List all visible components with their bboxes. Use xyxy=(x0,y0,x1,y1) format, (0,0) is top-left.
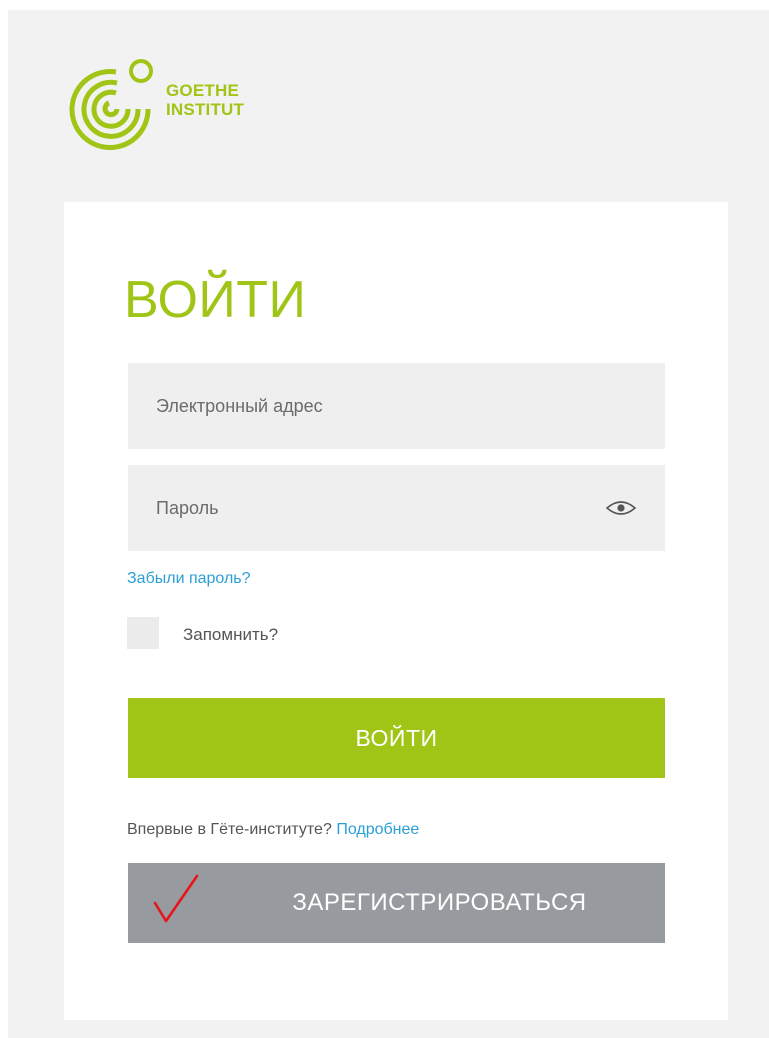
eye-icon[interactable] xyxy=(605,498,637,518)
signup-prompt-text: Впервые в Гёте-институте? xyxy=(127,821,332,838)
more-info-link[interactable]: Подробнее xyxy=(336,821,419,838)
password-field-container xyxy=(128,465,665,551)
red-checkmark-icon xyxy=(153,874,199,923)
remember-checkbox[interactable] xyxy=(127,617,159,649)
goethe-logo-icon xyxy=(69,59,153,151)
goethe-institut-logo[interactable]: GOETHE INSTITUT xyxy=(62,57,272,153)
register-button[interactable]: ЗАРЕГИСТРИРОВАТЬСЯ xyxy=(128,863,665,943)
email-field-container xyxy=(128,363,665,449)
login-button[interactable]: ВОЙТИ xyxy=(128,698,665,778)
forgot-password-link[interactable]: Забыли пароль? xyxy=(127,570,251,588)
remember-label: Запомнить? xyxy=(183,625,279,644)
logo-line-2: INSTITUT xyxy=(166,100,245,119)
logo-line-1: GOETHE xyxy=(166,81,239,100)
signup-prompt: Впервые в Гёте-институте? Подробнее xyxy=(127,821,419,839)
email-input[interactable] xyxy=(128,363,568,449)
password-input[interactable] xyxy=(128,465,568,551)
login-title: ВОЙТИ xyxy=(124,271,307,329)
logo-wordmark: GOETHE INSTITUT xyxy=(166,81,244,119)
